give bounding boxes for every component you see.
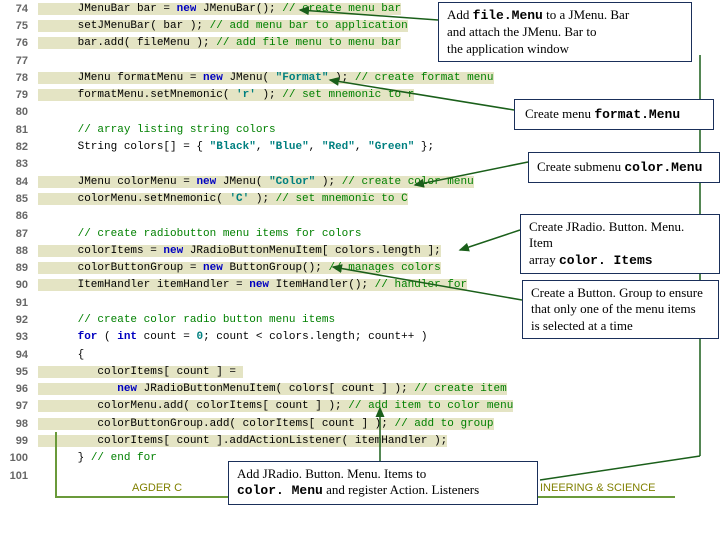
code-line: 95 colorItems[ count ] =	[0, 363, 720, 380]
line-number: 80	[0, 106, 38, 118]
line-number: 91	[0, 297, 38, 309]
line-number: 98	[0, 418, 38, 430]
code-line: 94 {	[0, 346, 720, 363]
line-number: 75	[0, 20, 38, 32]
line-number: 83	[0, 158, 38, 170]
callout-jmenubar: Add file.Menu to a JMenu. Bar and attach…	[438, 2, 692, 62]
line-number: 81	[0, 124, 38, 136]
footer-right: INEERING & SCIENCE	[540, 482, 656, 494]
line-number: 77	[0, 55, 38, 67]
code-content: colorItems[ count ] =	[38, 366, 720, 378]
code-content: colorButtonGroup.add( colorItems[ count …	[38, 418, 720, 430]
line-number: 90	[0, 279, 38, 291]
code-line: 78 JMenu formatMenu = new JMenu( "Format…	[0, 69, 720, 86]
line-number: 76	[0, 37, 38, 49]
line-number: 100	[0, 452, 38, 464]
code-line: 96 new JRadioButtonMenuItem( colors[ cou…	[0, 381, 720, 398]
callout-buttongroup: Create a Button. Group to ensure that on…	[522, 280, 719, 339]
line-number: 99	[0, 435, 38, 447]
line-number: 88	[0, 245, 38, 257]
line-number: 95	[0, 366, 38, 378]
code-content: {	[38, 349, 720, 361]
line-number: 97	[0, 400, 38, 412]
line-number: 93	[0, 331, 38, 343]
line-number: 101	[0, 470, 38, 482]
callout-formatmenu: Create menu format.Menu	[514, 99, 714, 130]
line-number: 86	[0, 210, 38, 222]
footer-left: AGDER C	[132, 482, 182, 494]
code-content: JMenu formatMenu = new JMenu( "Format" )…	[38, 72, 720, 84]
line-number: 74	[0, 3, 38, 15]
code-line: 85 colorMenu.setMnemonic( 'C' ); // set …	[0, 190, 720, 207]
line-number: 84	[0, 176, 38, 188]
callout-add-listeners: Add JRadio. Button. Menu. Items to color…	[228, 461, 538, 505]
code-content: colorMenu.setMnemonic( 'C' ); // set mne…	[38, 193, 720, 205]
code-line: 98 colorButtonGroup.add( colorItems[ cou…	[0, 415, 720, 432]
line-number: 94	[0, 349, 38, 361]
callout-radioitem-array: Create JRadio. Button. Menu. Item array …	[520, 214, 720, 274]
line-number: 79	[0, 89, 38, 101]
code-content: new JRadioButtonMenuItem( colors[ count …	[38, 383, 720, 395]
code-content: colorMenu.add( colorItems[ count ] ); //…	[38, 400, 720, 412]
line-number: 89	[0, 262, 38, 274]
code-line: 97 colorMenu.add( colorItems[ count ] );…	[0, 398, 720, 415]
line-number: 82	[0, 141, 38, 153]
line-number: 85	[0, 193, 38, 205]
line-number: 92	[0, 314, 38, 326]
callout-colormenu: Create submenu color.Menu	[528, 152, 720, 183]
line-number: 87	[0, 228, 38, 240]
line-number: 96	[0, 383, 38, 395]
line-number: 78	[0, 72, 38, 84]
